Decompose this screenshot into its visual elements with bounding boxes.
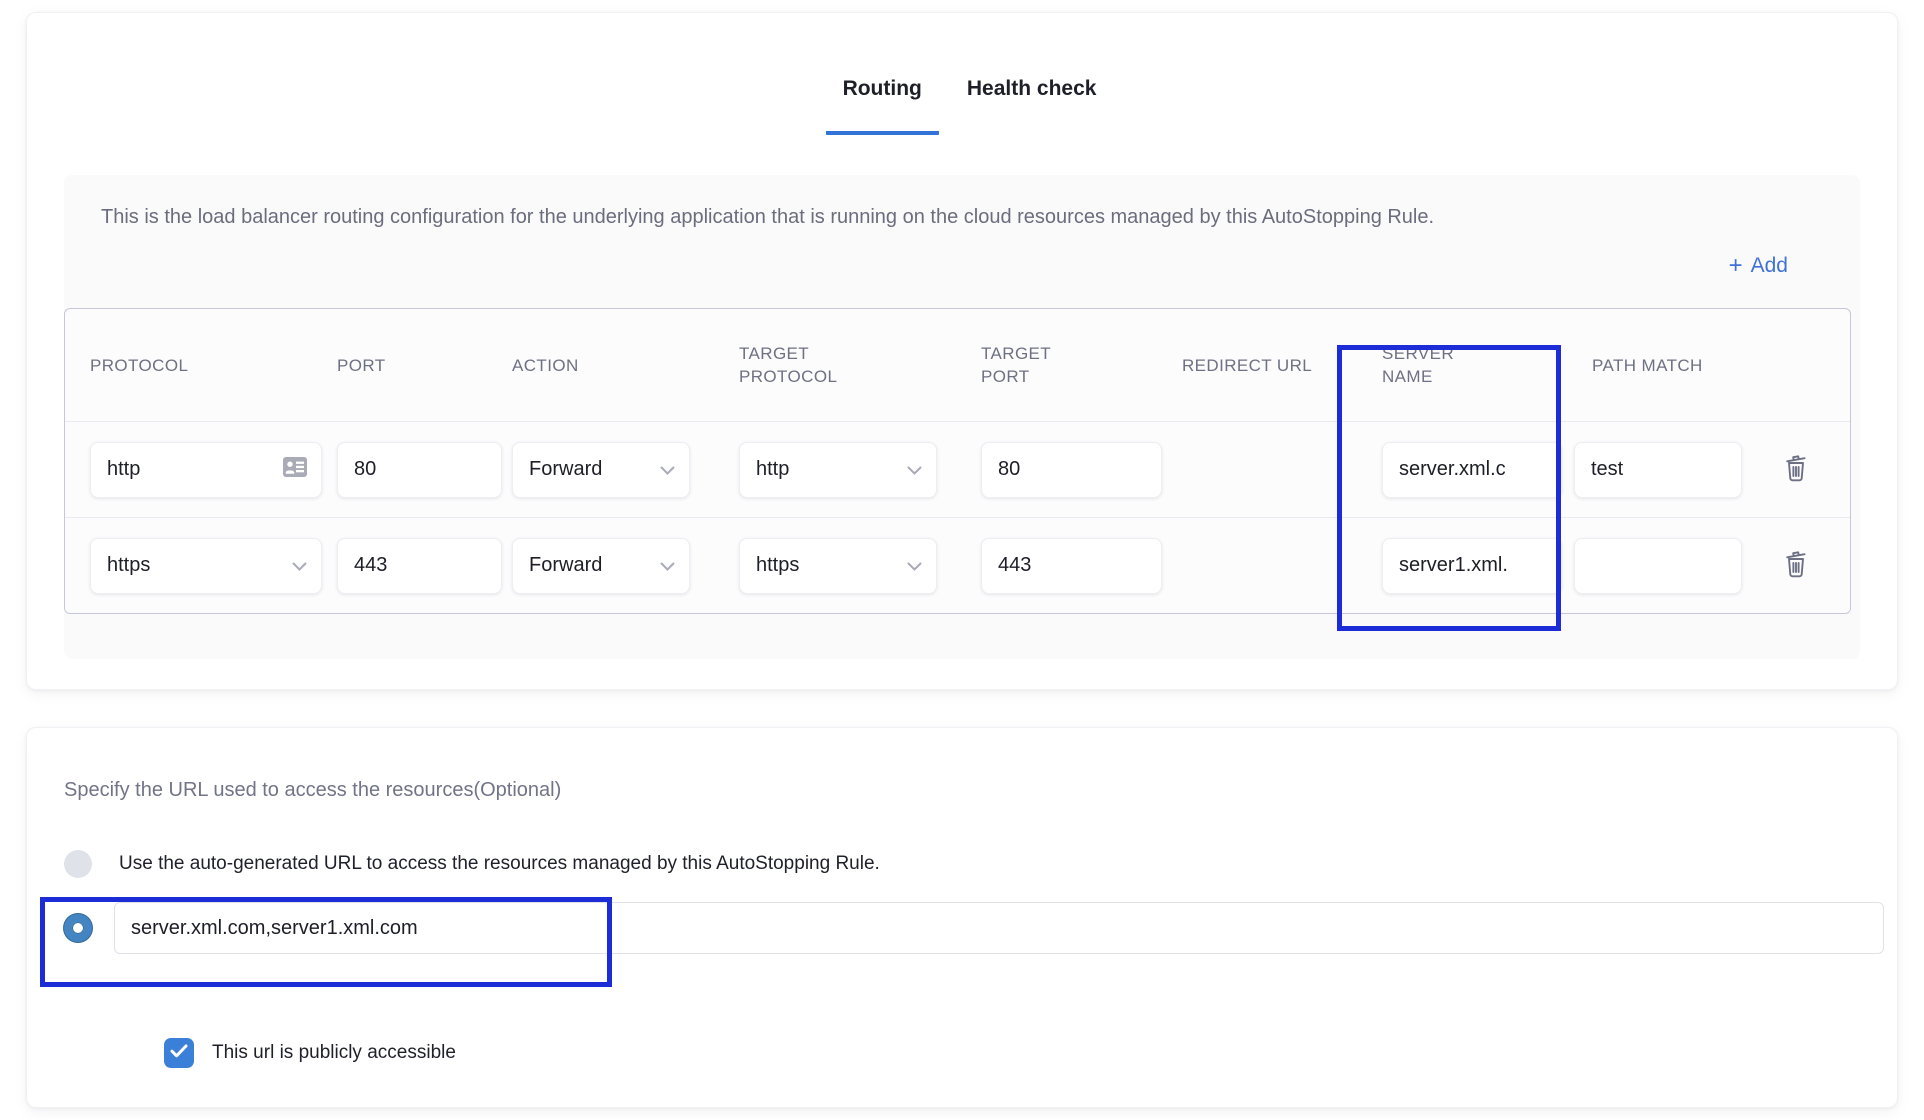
- routing-description: This is the load balancer routing config…: [101, 201, 1750, 234]
- routing-card: Routing Health check This is the load ba…: [26, 12, 1898, 690]
- protocol-select-row1[interactable]: http: [90, 442, 322, 498]
- protocol-select-row2[interactable]: https: [90, 538, 322, 594]
- tab-health-check[interactable]: Health check: [965, 77, 1099, 135]
- auto-url-label: Use the auto-generated URL to access the…: [119, 853, 880, 875]
- target-protocol-value-row1: http: [756, 458, 789, 481]
- target-protocol-select-row1[interactable]: http: [739, 442, 937, 498]
- table-row: https Forward: [65, 517, 1850, 613]
- chevron-down-icon: [292, 554, 307, 577]
- action-value-row2: Forward: [529, 554, 602, 577]
- port-input-row2[interactable]: [337, 538, 502, 594]
- chevron-down-icon: [907, 554, 922, 577]
- port-input-row1[interactable]: [337, 442, 502, 498]
- target-protocol-select-row2[interactable]: https: [739, 538, 937, 594]
- header-path-match: PATH MATCH: [1562, 354, 1742, 377]
- table-header-row: PROTOCOL PORT ACTION TARGET PROTOCOL TAR…: [65, 309, 1850, 421]
- protocol-value-row2: https: [107, 554, 150, 577]
- action-select-row2[interactable]: Forward: [512, 538, 690, 594]
- trash-icon: [1782, 548, 1810, 583]
- action-select-row1[interactable]: Forward: [512, 442, 690, 498]
- custom-url-option: [64, 902, 1884, 954]
- auto-url-radio[interactable]: [64, 850, 92, 878]
- url-section-title: Specify the URL used to access the resou…: [27, 728, 1897, 802]
- target-protocol-value-row2: https: [756, 554, 799, 577]
- plus-icon: +: [1729, 256, 1743, 276]
- id-card-icon: [283, 457, 307, 483]
- add-button[interactable]: + Add: [1729, 254, 1788, 278]
- tab-routing[interactable]: Routing: [826, 77, 939, 135]
- server-name-input-row2[interactable]: [1382, 538, 1562, 594]
- header-target-protocol: TARGET PROTOCOL: [722, 342, 967, 388]
- action-value-row1: Forward: [529, 458, 602, 481]
- publicly-accessible-label: This url is publicly accessible: [212, 1042, 456, 1064]
- protocol-value-row1: http: [107, 458, 140, 481]
- auto-url-option: Use the auto-generated URL to access the…: [64, 850, 1897, 878]
- tab-health-check-label: Health check: [967, 77, 1097, 100]
- table-row: http Forward: [65, 421, 1850, 517]
- tab-bar: Routing Health check: [27, 13, 1897, 135]
- public-access-row: This url is publicly accessible: [164, 1038, 1897, 1068]
- server-name-input-row1[interactable]: [1382, 442, 1562, 498]
- routing-config-panel: This is the load balancer routing config…: [64, 175, 1860, 659]
- header-redirect-url: REDIRECT URL: [1162, 354, 1342, 377]
- publicly-accessible-checkbox[interactable]: [164, 1038, 194, 1068]
- trash-icon: [1782, 452, 1810, 487]
- delete-row-button-row2[interactable]: [1782, 548, 1810, 583]
- chevron-down-icon: [660, 554, 675, 577]
- add-row: + Add: [64, 254, 1860, 288]
- target-port-input-row1[interactable]: [981, 442, 1162, 498]
- chevron-down-icon: [660, 458, 675, 481]
- header-port: PORT: [322, 354, 502, 377]
- chevron-down-icon: [907, 458, 922, 481]
- tab-routing-label: Routing: [843, 77, 922, 100]
- header-target-port: TARGET PORT: [967, 342, 1162, 388]
- custom-url-input[interactable]: [114, 902, 1884, 954]
- custom-url-radio[interactable]: [64, 914, 92, 942]
- path-match-input-row1[interactable]: [1574, 442, 1742, 498]
- delete-row-button-row1[interactable]: [1782, 452, 1810, 487]
- path-match-input-row2[interactable]: [1574, 538, 1742, 594]
- target-port-input-row2[interactable]: [981, 538, 1162, 594]
- header-protocol: PROTOCOL: [65, 354, 322, 377]
- check-icon: [170, 1044, 188, 1063]
- add-button-label: Add: [1751, 254, 1788, 278]
- routing-table: PROTOCOL PORT ACTION TARGET PROTOCOL TAR…: [64, 308, 1851, 614]
- header-server-name: SERVER NAME: [1342, 342, 1562, 388]
- autostopping-routing-page: Routing Health check This is the load ba…: [0, 0, 1924, 1120]
- access-url-card: Specify the URL used to access the resou…: [26, 727, 1898, 1108]
- header-action: ACTION: [502, 354, 722, 377]
